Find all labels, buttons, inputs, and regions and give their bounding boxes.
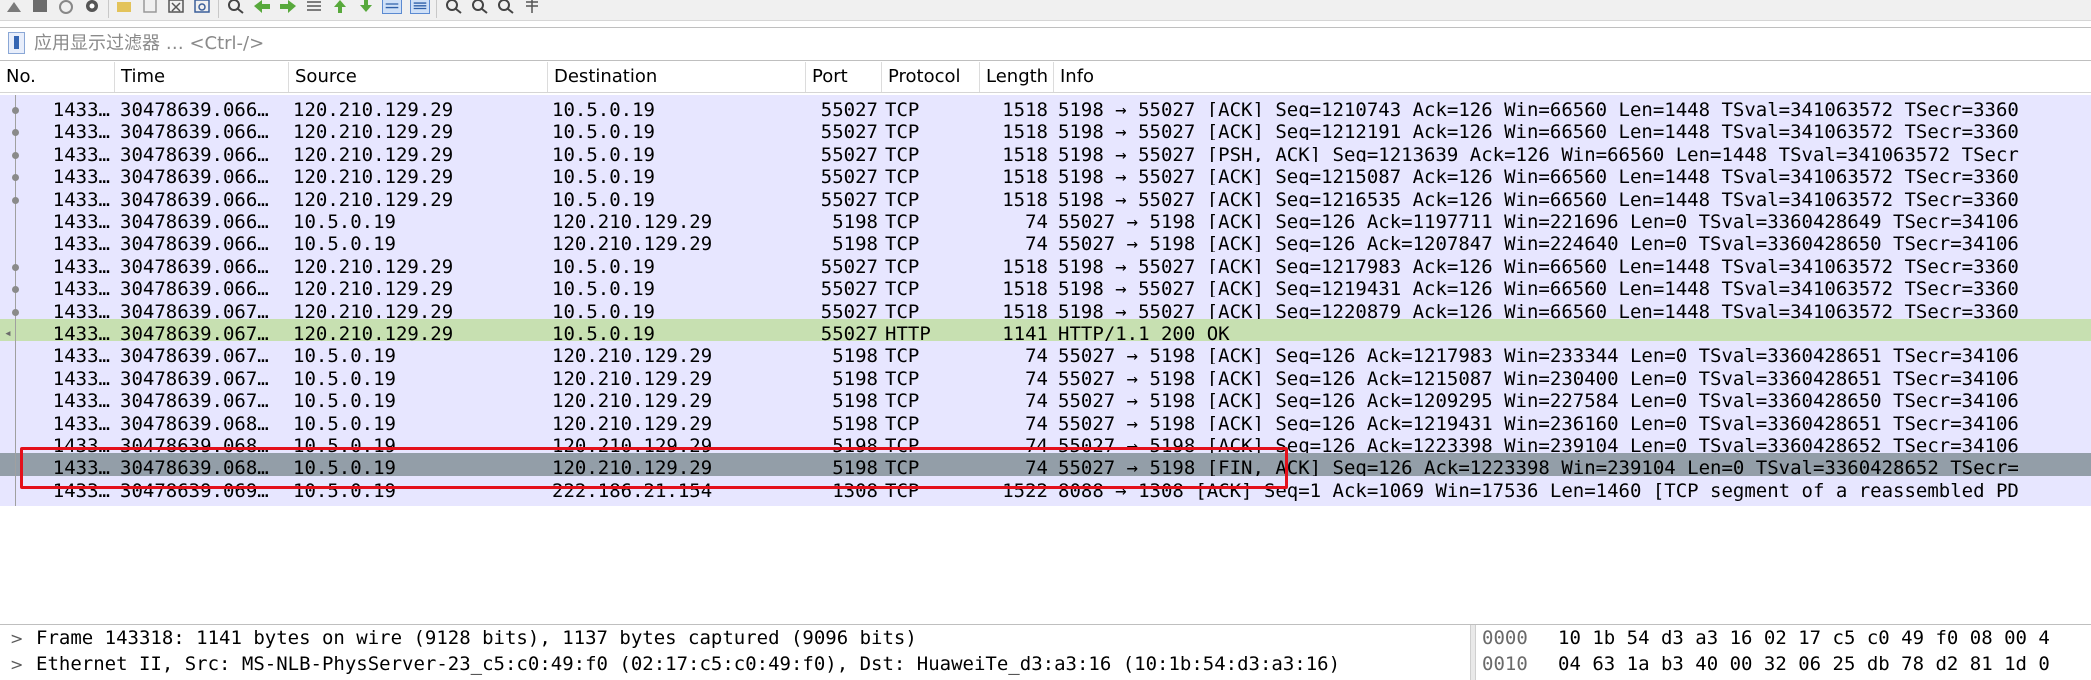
go-back-icon[interactable] [252, 0, 272, 14]
related-packet-dot-icon [12, 196, 19, 204]
hex-offset: 0000 [1482, 627, 1528, 649]
pane-splitter[interactable] [1470, 625, 1476, 680]
cell-destination: 222.186.21.154 [552, 479, 713, 502]
related-packet-dot-icon [12, 129, 19, 137]
related-packet-dot-icon [12, 308, 19, 316]
reload-file-icon[interactable] [192, 0, 212, 14]
colorize-icon[interactable] [410, 0, 430, 14]
detail-row-ethernet[interactable]: > Ethernet II, Src: MS-NLB-PhysServer-23… [0, 651, 1468, 678]
save-file-icon[interactable] [140, 0, 160, 14]
display-filter-input[interactable] [30, 31, 2088, 55]
column-header-source[interactable]: Source [289, 62, 548, 92]
toolbar-separator [436, 0, 437, 18]
autoscroll-icon[interactable] [382, 0, 402, 14]
related-packet-dot-icon [12, 286, 19, 294]
cell-source: 10.5.0.19 [293, 479, 396, 502]
column-header-length[interactable]: Length [980, 62, 1054, 92]
bottom-panes: > Frame 143318: 1141 bytes on wire (9128… [0, 624, 2091, 680]
hex-bytes[interactable]: 04 63 1a b3 40 00 32 06 25 db 78 d2 81 1… [1558, 651, 2050, 678]
restart-capture-icon[interactable] [30, 0, 50, 14]
detail-row-frame[interactable]: > Frame 143318: 1141 bytes on wire (9128… [0, 625, 1468, 652]
hex-bytes[interactable]: 10 1b 54 d3 a3 16 02 17 c5 c0 49 f0 08 0… [1558, 625, 2050, 652]
main-toolbar [0, 0, 2091, 21]
find-packet-icon[interactable] [226, 0, 246, 14]
toolbar-separator [218, 0, 219, 18]
column-header-port[interactable]: Port [806, 62, 882, 92]
cell-info: 8088 → 1308 [ACK] Seq=1 Ack=1069 Win=175… [1058, 479, 2019, 502]
settings-gear-icon[interactable] [82, 0, 102, 14]
stop-capture-icon[interactable] [4, 0, 24, 14]
go-forward-icon[interactable] [278, 0, 298, 14]
related-packet-dot-icon [12, 107, 19, 114]
last-packet-icon[interactable] [356, 0, 376, 14]
column-header-protocol[interactable]: Protocol [882, 62, 980, 92]
resize-columns-icon[interactable] [522, 0, 542, 14]
related-packet-line [15, 475, 16, 506]
normal-size-icon[interactable] [496, 0, 516, 14]
zoom-in-icon[interactable] [444, 0, 464, 14]
zoom-out-icon[interactable] [470, 0, 490, 14]
cell-protocol: TCP [885, 479, 920, 502]
first-packet-icon[interactable] [330, 0, 350, 14]
related-packet-dot-icon [12, 151, 19, 159]
cell-length: 1522 [1002, 479, 1048, 502]
detail-row-text: Frame 143318: 1141 bytes on wire (9128 b… [36, 627, 917, 649]
packet-list-header: No. Time Source Destination Port Protoco… [0, 62, 2091, 93]
capture-options-icon[interactable] [56, 0, 76, 14]
column-header-info[interactable]: Info [1054, 62, 2091, 92]
go-to-packet-icon[interactable] [304, 0, 324, 14]
close-file-icon[interactable] [166, 0, 186, 14]
cell-port: 1308 [832, 479, 878, 502]
chevron-right-icon[interactable]: > [10, 651, 23, 678]
display-filter-bar [0, 27, 2091, 61]
column-header-time[interactable]: Time [115, 62, 289, 92]
chevron-right-icon[interactable]: > [10, 625, 23, 652]
cell-time: 30478639.069… [120, 479, 269, 502]
packet-list: No. Time Source Destination Port Protoco… [0, 62, 2091, 620]
response-arrow-icon: ◂ [4, 326, 12, 341]
column-header-destination[interactable]: Destination [548, 62, 806, 92]
open-folder-icon[interactable] [114, 0, 134, 14]
packet-bytes-pane: 0000 10 1b 54 d3 a3 16 02 17 c5 c0 49 f0… [1478, 625, 2091, 680]
hex-offset: 0010 [1482, 653, 1528, 675]
column-header-no[interactable]: No. [0, 62, 115, 92]
packet-details-pane: > Frame 143318: 1141 bytes on wire (9128… [0, 625, 1468, 680]
cell-no: 1433… [52, 479, 110, 502]
filter-bookmark-icon[interactable] [8, 32, 25, 54]
detail-row-text: Ethernet II, Src: MS-NLB-PhysServer-23_c… [36, 653, 1341, 675]
related-packet-dot-icon [12, 174, 19, 182]
packet-row[interactable]: 1433… 30478639.069… 10.5.0.19 222.186.21.15… [0, 475, 2091, 506]
toolbar-separator [108, 0, 109, 18]
related-packet-dot-icon [12, 263, 19, 271]
